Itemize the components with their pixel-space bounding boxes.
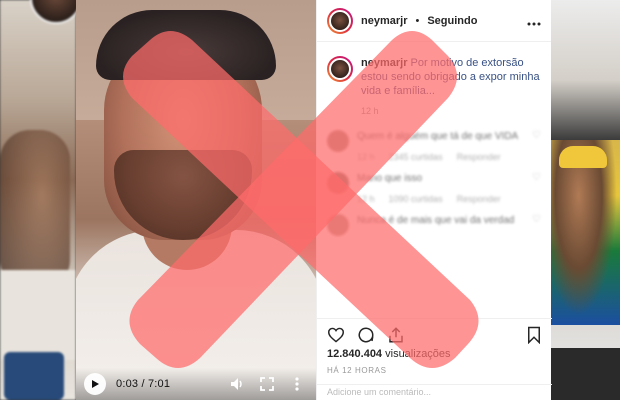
volume-button[interactable] <box>226 373 248 395</box>
fullscreen-icon <box>260 377 274 391</box>
share-icon <box>389 326 403 342</box>
comment-likes[interactable]: 2345 curtidas <box>389 151 443 164</box>
caption-avatar[interactable] <box>327 56 353 82</box>
list-item: Quem é alguém que tá de que VIDA 12 h 23… <box>327 130 541 164</box>
post-header: neymarjr • Seguindo <box>317 0 551 42</box>
reply-button[interactable]: Responder <box>457 193 501 206</box>
bookmark-icon <box>528 326 540 344</box>
comment-text: Mano que isso <box>357 173 423 184</box>
post-panel: neymarjr • Seguindo neymarjr Por motivo d… <box>316 0 552 400</box>
following-button[interactable]: Seguindo <box>427 15 477 27</box>
video-cap <box>96 10 276 80</box>
comment-avatar[interactable] <box>327 130 349 152</box>
caption-username[interactable]: neymarjr <box>361 57 407 69</box>
background-thumbnail <box>4 352 64 400</box>
comment-time: 12 h <box>357 194 375 204</box>
fullscreen-button[interactable] <box>256 373 278 395</box>
screen: 0:03 / 7:01 neymarjr • Seguindo neymarjr… <box>0 0 620 400</box>
video-time: 0:03 / 7:01 <box>116 378 171 390</box>
username[interactable]: neymarjr <box>361 15 407 27</box>
comment-avatar[interactable] <box>327 214 349 236</box>
post-caption: neymarjr Por motivo de extorsão estou sen… <box>317 42 551 98</box>
background-right <box>551 0 620 400</box>
more-options-button[interactable] <box>527 13 541 29</box>
separator-dot: • <box>415 14 420 27</box>
comments-list: Quem é alguém que tá de que VIDA 12 h 23… <box>317 116 551 236</box>
share-button[interactable] <box>387 326 405 344</box>
post-actions <box>317 318 552 350</box>
background-left <box>0 0 82 400</box>
view-count[interactable]: 12.840.404 visualizações <box>327 348 451 360</box>
background-face <box>0 130 70 290</box>
vertical-more-icon <box>295 377 299 391</box>
like-button[interactable] <box>327 327 345 343</box>
view-label: visualizações <box>385 348 451 360</box>
volume-icon <box>231 378 242 390</box>
list-item: Nunca é de mais que vai da verdad ♡ <box>327 214 541 236</box>
play-button[interactable] <box>84 373 106 395</box>
avatar[interactable] <box>327 7 353 34</box>
view-number: 12.840.404 <box>327 348 383 360</box>
background-room <box>551 348 620 400</box>
comment-heart-icon[interactable]: ♡ <box>532 214 541 236</box>
more-options-icon <box>527 22 541 25</box>
video-more-button[interactable] <box>286 373 308 395</box>
comment-avatar[interactable] <box>327 172 349 194</box>
background-shirt <box>0 270 76 360</box>
video-controls: 0:03 / 7:01 <box>76 368 316 400</box>
caption-time: 12 h <box>361 106 379 116</box>
comment-text: Nunca é de mais que vai da verdad <box>357 215 515 226</box>
play-icon <box>84 373 106 395</box>
comment-heart-icon[interactable]: ♡ <box>532 130 541 164</box>
comment-button[interactable] <box>357 326 375 344</box>
comment-text: Quem é alguém que tá de que VIDA <box>357 131 519 142</box>
background-avatar <box>30 0 82 24</box>
list-item: Mano que isso 12 h 1090 curtidas Respond… <box>327 172 541 206</box>
comment-heart-icon[interactable]: ♡ <box>532 172 541 206</box>
reply-button[interactable]: Responder <box>457 151 501 164</box>
post-timestamp: HÁ 12 HORAS <box>327 366 387 375</box>
video-player[interactable]: 0:03 / 7:01 <box>76 0 316 400</box>
comment-icon <box>358 326 374 342</box>
heart-icon <box>327 327 345 342</box>
save-button[interactable] <box>526 326 542 344</box>
add-comment-field[interactable]: Adicione um comentário... <box>317 384 552 400</box>
background-cap <box>559 146 607 168</box>
comment-time: 12 h <box>357 152 375 162</box>
comment-likes[interactable]: 1090 curtidas <box>389 193 443 206</box>
